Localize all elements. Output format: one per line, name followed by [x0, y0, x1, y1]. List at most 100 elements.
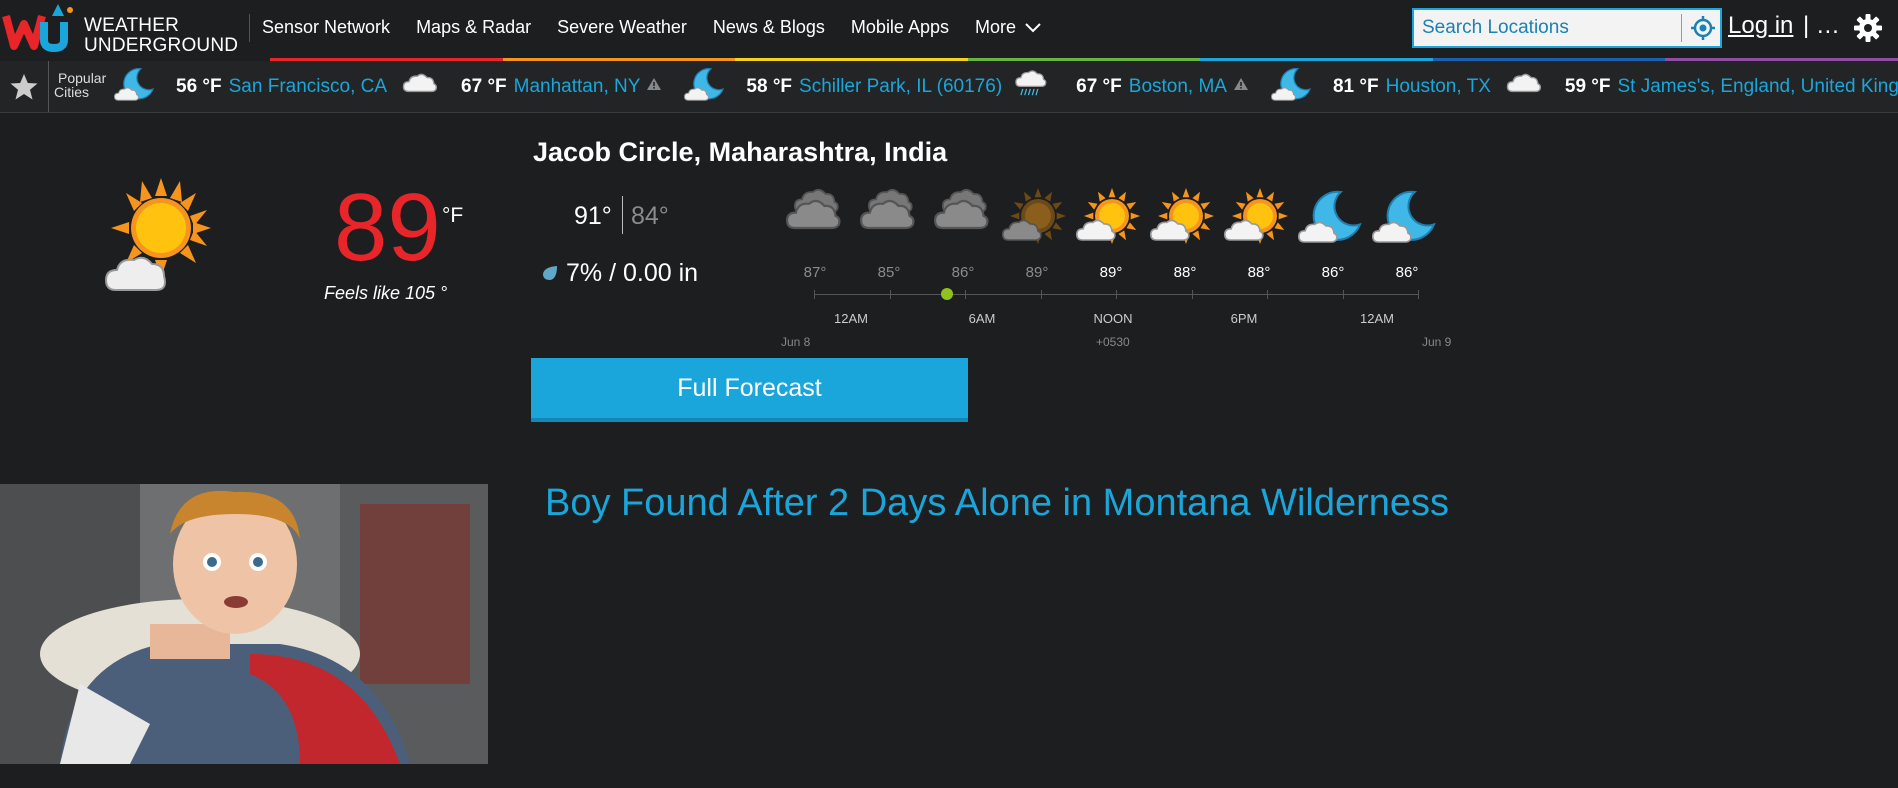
hourly-temp: 86°	[1395, 264, 1419, 281]
nav-news-blogs[interactable]: News & Blogs	[713, 17, 825, 38]
news-thumbnail[interactable]	[0, 484, 488, 764]
locate-icon[interactable]	[1690, 15, 1716, 41]
news-headline[interactable]: Boy Found After 2 Days Alone in Montana …	[545, 482, 1449, 525]
partly-cloudy-sun-icon	[104, 178, 211, 291]
popular-label-line1: Popular	[58, 70, 107, 86]
more-menu[interactable]: | …	[1803, 12, 1840, 40]
hourly-temp: 88°	[1247, 264, 1271, 281]
precip-summary: 7% / 0.00 in	[566, 259, 699, 287]
high-temp: 91°	[574, 202, 612, 230]
timezone-offset: +0530	[1096, 335, 1130, 349]
popular-city-item[interactable]: 56 °F San Francisco, CA	[114, 65, 387, 109]
time-label-noon: NOON	[1093, 311, 1133, 326]
search-divider	[1681, 14, 1682, 42]
top-nav: WEATHER UNDERGROUND Sensor Network Maps …	[0, 0, 1898, 58]
popular-city-item[interactable]: 81 °F Houston, TX	[1270, 65, 1491, 109]
hi-lo-divider	[622, 196, 623, 234]
nav-divider	[249, 14, 250, 42]
timeline-tick	[814, 290, 815, 299]
temp-unit[interactable]: °F	[442, 204, 463, 228]
popular-cities-bar: Popular Cities 56 °F San Francisco, CA 67 …	[0, 61, 1898, 113]
current-time-marker	[941, 288, 953, 300]
hourly-temp: 87°	[803, 264, 827, 281]
city-name-link[interactable]: Boston, MA	[1129, 76, 1227, 98]
moon-cloud-icon	[1371, 186, 1442, 256]
cloud-icon	[780, 186, 850, 256]
sun-cloud-icon	[1001, 186, 1072, 256]
main-nav: Sensor Network Maps & Radar Severe Weath…	[262, 17, 1068, 38]
city-temp: 67 °F	[1076, 75, 1122, 97]
city-temp: 81 °F	[1332, 75, 1379, 97]
moon-cloud-icon	[684, 65, 738, 109]
hourly-temp: 86°	[951, 264, 975, 281]
cloud-icon	[399, 65, 453, 109]
popular-cities-label: Popular Cities	[54, 71, 106, 99]
moon-cloud-icon	[114, 65, 168, 109]
cloud-icon	[928, 186, 998, 256]
city-list: 56 °F San Francisco, CA 67 °F Manhattan, NY…	[114, 61, 1898, 112]
logo-line1: WEATHER	[84, 15, 179, 36]
city-temp: 67 °F	[461, 75, 507, 97]
star-icon	[10, 73, 38, 99]
timeline-tick	[1191, 290, 1193, 299]
location-title: Jacob Circle, Maharashtra, India	[533, 137, 948, 167]
sun-cloud-icon	[1149, 186, 1220, 256]
timeline-tick	[1116, 290, 1117, 299]
timeline-tick	[1418, 290, 1419, 299]
nav-sensor-network[interactable]: Sensor Network	[262, 17, 390, 38]
gear-icon[interactable]	[1853, 13, 1883, 43]
city-name-link[interactable]: San Francisco, CA	[229, 76, 387, 98]
sun-cloud-icon	[1223, 186, 1294, 256]
cloud-icon	[1503, 65, 1557, 109]
moon-cloud-icon	[1297, 186, 1368, 256]
city-name-link[interactable]: Houston, TX	[1386, 76, 1491, 98]
nav-maps-radar[interactable]: Maps & Radar	[416, 17, 531, 38]
current-temp: 89	[334, 174, 441, 281]
time-label-12am-next: 12AM	[1360, 311, 1394, 326]
wu-logo[interactable]: WEATHER UNDERGROUND	[2, 2, 238, 56]
alert-icon[interactable]	[646, 77, 672, 96]
alert-icon[interactable]	[1233, 77, 1259, 96]
time-label-6am: 6AM	[968, 311, 996, 326]
raindrop-icon	[543, 266, 557, 280]
timeline-tick	[1342, 290, 1344, 299]
city-temp: 59 °F	[1564, 75, 1611, 97]
hourly-temp: 89°	[1025, 264, 1049, 281]
favorites-button[interactable]	[0, 61, 49, 112]
city-name-link[interactable]: Manhattan, NY	[514, 76, 641, 98]
hourly-temp: 85°	[877, 264, 901, 281]
search-box	[1412, 8, 1722, 48]
date-end: Jun 9	[1422, 335, 1452, 349]
timeline-tick	[1040, 290, 1042, 299]
popular-city-item[interactable]: 58 °F Schiller Park, IL (60176)	[684, 65, 1002, 109]
city-name-link[interactable]: St James's, England, United Kingdom	[1618, 76, 1898, 98]
cloud-icon	[854, 186, 924, 256]
hourly-temp: 89°	[1099, 264, 1123, 281]
time-label-6pm: 6PM	[1230, 311, 1258, 326]
news-photo	[0, 484, 488, 764]
full-forecast-button[interactable]: Full Forecast	[531, 358, 968, 422]
nav-severe-weather[interactable]: Severe Weather	[557, 17, 687, 38]
login-link[interactable]: Log in	[1728, 12, 1793, 40]
wu-logo-icon	[2, 4, 73, 53]
nav-more[interactable]: More	[975, 17, 1042, 38]
hourly-temp: 86°	[1321, 264, 1345, 281]
moon-cloud-icon	[1270, 65, 1325, 109]
chevron-down-icon	[1025, 22, 1041, 32]
search-input[interactable]	[1414, 10, 1676, 46]
date-start: Jun 8	[781, 335, 811, 349]
popular-label-line2: Cities	[54, 84, 90, 100]
timeline-tick	[965, 290, 966, 299]
popular-city-item[interactable]: 67 °F Manhattan, NY	[399, 65, 672, 109]
city-temp: 56 °F	[176, 75, 222, 97]
popular-city-item[interactable]: 59 °F St James's, England, United Kingdom	[1503, 65, 1898, 109]
rain-cloud-icon	[1014, 65, 1068, 109]
hourly-temp: 88°	[1173, 264, 1197, 281]
city-name-link[interactable]: Schiller Park, IL (60176)	[799, 76, 1002, 98]
nav-more-label: More	[974, 17, 1016, 37]
timeline-tick	[889, 290, 891, 299]
nav-mobile-apps[interactable]: Mobile Apps	[851, 17, 949, 38]
timeline-tick	[1267, 290, 1268, 299]
popular-city-item[interactable]: 67 °F Boston, MA	[1014, 65, 1259, 109]
low-temp: 84°	[631, 202, 669, 230]
